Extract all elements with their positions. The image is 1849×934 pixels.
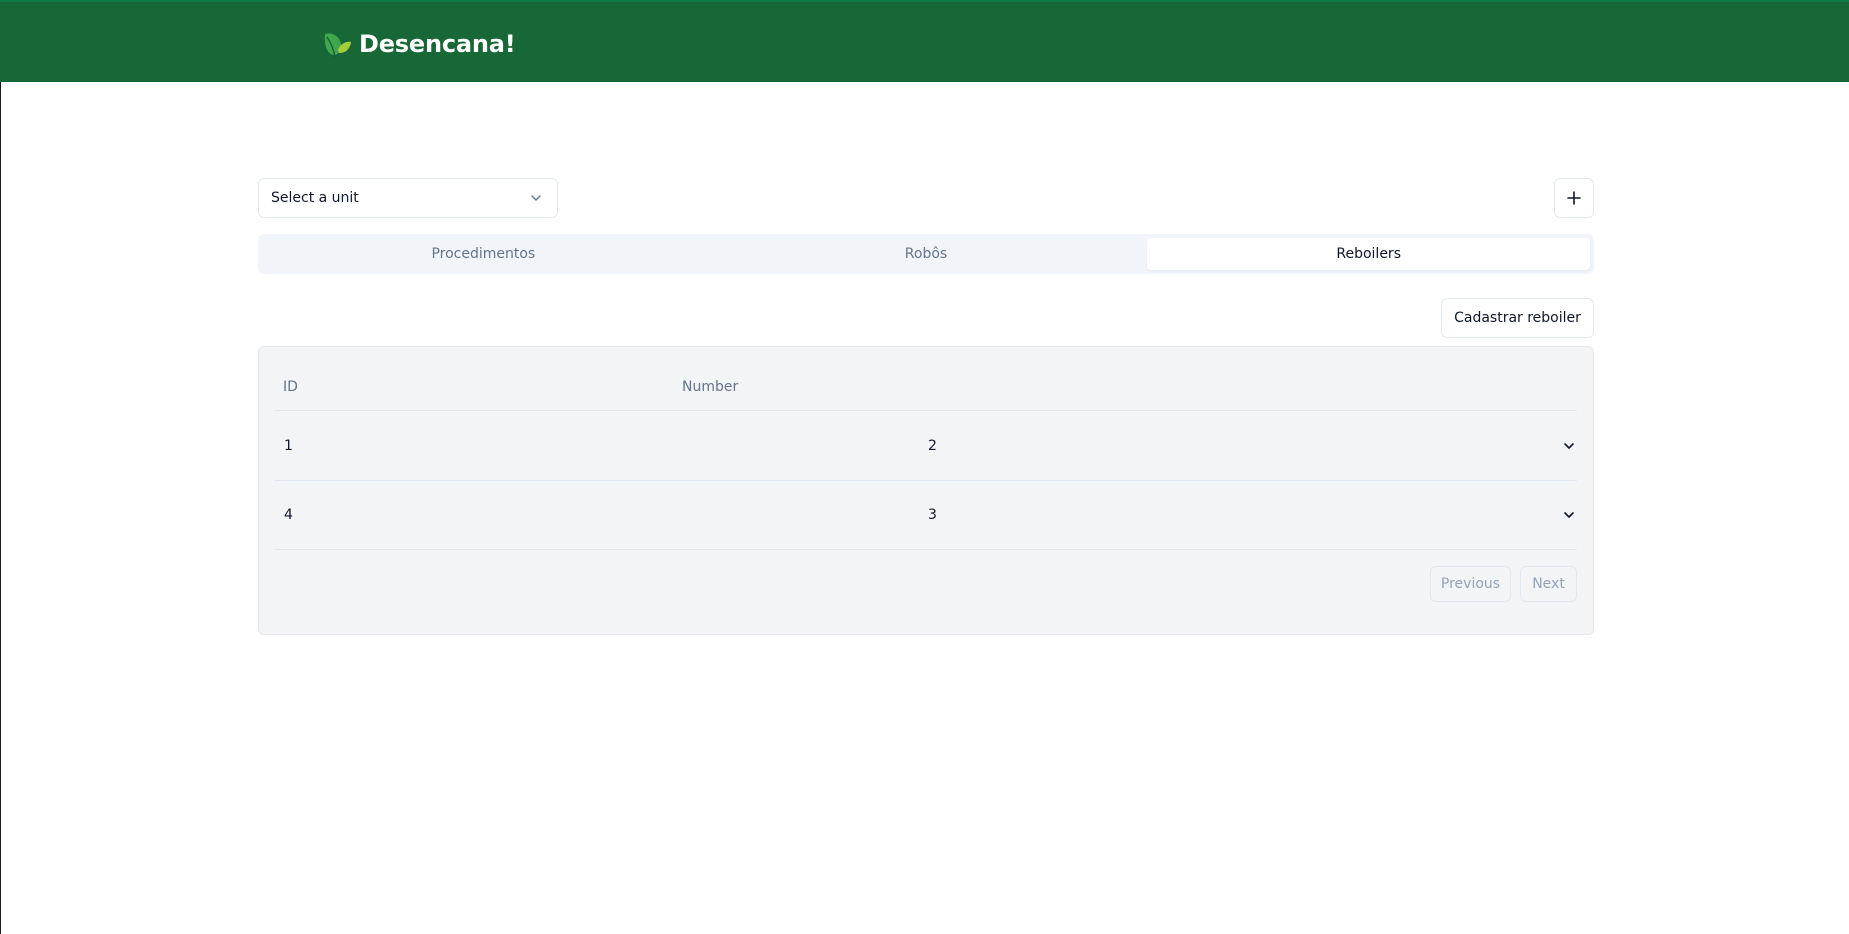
- reboilers-table: ID Number 1 2 4 3 Previous Next: [258, 346, 1594, 635]
- leaf-icon: [324, 33, 351, 59]
- column-header-number: Number: [682, 379, 739, 395]
- unit-select-placeholder: Select a unit: [271, 190, 359, 206]
- next-button[interactable]: Next: [1520, 566, 1577, 602]
- register-reboiler-button[interactable]: Cadastrar reboiler: [1441, 298, 1594, 338]
- add-button[interactable]: [1554, 178, 1594, 218]
- previous-button[interactable]: Previous: [1430, 566, 1511, 602]
- brand[interactable]: Desencana!: [321, 26, 516, 62]
- table-header: ID Number: [275, 361, 1577, 411]
- tab-reboilers[interactable]: Reboilers: [1147, 238, 1591, 270]
- chevron-down-icon[interactable]: [1561, 507, 1577, 523]
- column-header-id: ID: [283, 379, 298, 395]
- tab-robos[interactable]: Robôs: [705, 238, 1148, 270]
- table-row[interactable]: 1 2: [275, 412, 1577, 481]
- table-row[interactable]: 4 3: [275, 481, 1577, 550]
- page-edge: [0, 0, 1, 934]
- pagination: Previous Next: [1430, 566, 1577, 602]
- tab-list: Procedimentos Robôs Reboilers: [258, 234, 1594, 274]
- cell-number: 3: [928, 507, 937, 523]
- app-name: Desencana!: [359, 30, 516, 58]
- cell-id: 4: [284, 507, 293, 523]
- plus-icon: [1567, 191, 1581, 205]
- unit-select[interactable]: Select a unit: [258, 178, 558, 218]
- chevron-down-icon[interactable]: [1561, 438, 1577, 454]
- cell-number: 2: [928, 438, 937, 454]
- cell-id: 1: [284, 438, 293, 454]
- top-bar: Desencana!: [0, 0, 1849, 82]
- chevron-down-icon: [531, 195, 541, 201]
- tab-procedimentos[interactable]: Procedimentos: [262, 238, 705, 270]
